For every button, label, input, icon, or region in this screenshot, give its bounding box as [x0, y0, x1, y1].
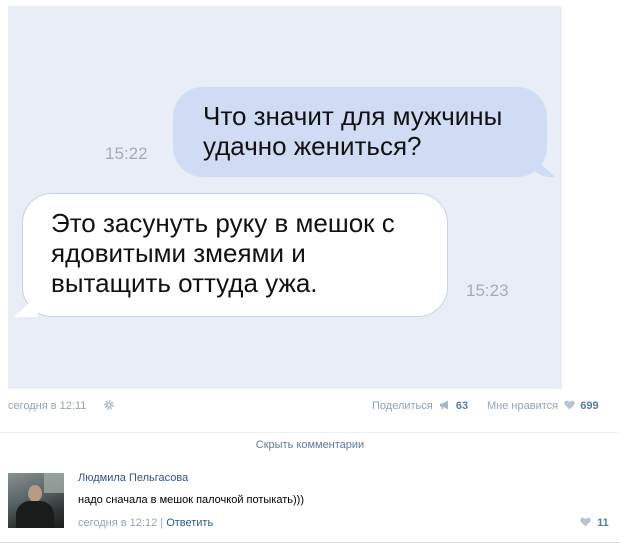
avatar-body	[16, 501, 54, 528]
avatar[interactable]	[8, 473, 64, 528]
like-label: Мне нравится	[487, 400, 559, 412]
post-date[interactable]: сегодня в 12:11	[8, 400, 86, 412]
share-label: Поделиться	[372, 400, 433, 412]
comment-text: надо сначала в мешок палочкой потыкать))…	[78, 494, 305, 506]
comment-item: Людмила Пельгасова надо сначала в мешок …	[0, 462, 620, 538]
comment-like-button[interactable]: 11	[580, 517, 609, 529]
reply-button[interactable]: Ответить	[166, 517, 213, 529]
megaphone-icon	[439, 400, 451, 410]
gear-icon[interactable]	[103, 399, 115, 411]
incoming-message-line: Это засунуть руку в мешок с	[51, 208, 395, 238]
comment-meta: сегодня в 12:12 | Ответить	[78, 517, 213, 529]
share-count: 63	[455, 400, 469, 412]
chat-screenshot: Что значит для мужчины удачно жениться? …	[8, 6, 562, 389]
comment-author-link[interactable]: Людмила Пельгасова	[78, 472, 188, 484]
avatar-face	[28, 485, 42, 502]
comment-meta-separator: |	[160, 517, 164, 529]
outgoing-message-bubble: Что значит для мужчины удачно жениться?	[173, 87, 547, 177]
post-footer: сегодня в 12:11 Поделиться 63 Мне нравит…	[8, 398, 610, 416]
incoming-message-time: 15:23	[466, 281, 509, 300]
incoming-message-bubble: Это засунуть руку в мешок с ядовитыми зм…	[22, 193, 448, 317]
comment-date[interactable]: сегодня в 12:12	[78, 517, 157, 529]
share-button[interactable]: Поделиться 63	[372, 400, 468, 412]
outgoing-message-time: 15:22	[105, 144, 148, 163]
avatar-background	[44, 473, 64, 493]
heart-icon	[580, 517, 591, 527]
heart-icon	[564, 400, 575, 410]
divider	[0, 542, 620, 543]
hide-comments-link[interactable]: Скрыть комментарии	[0, 432, 620, 456]
like-count: 699	[580, 400, 599, 412]
incoming-message-line: вытащить оттуда ужа.	[51, 268, 318, 298]
outgoing-message-line: удачно жениться?	[203, 131, 422, 161]
incoming-message-line: ядовитыми змеями и	[51, 238, 306, 268]
outgoing-message-line: Что значит для мужчины	[203, 101, 503, 131]
comment-like-count: 11	[597, 517, 609, 529]
like-button[interactable]: Мне нравится 699	[487, 400, 599, 412]
